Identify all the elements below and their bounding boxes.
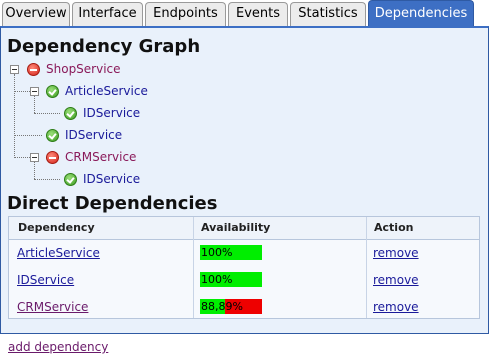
dependency-link-idservice[interactable]: IDService [17, 273, 74, 287]
availability-text: 100% [201, 273, 233, 286]
dependency-link-articleservice[interactable]: ArticleService [17, 246, 100, 260]
check-circle-icon [64, 107, 77, 120]
check-circle-icon [46, 85, 59, 98]
tab-statistics[interactable]: Statistics [290, 2, 366, 26]
tab-events[interactable]: Events [228, 2, 288, 26]
tree-connector [14, 74, 15, 156]
column-header-dependency: Dependency [18, 221, 95, 234]
tree-connector [34, 113, 60, 114]
column-header-availability: Availability [201, 221, 271, 234]
tree-node-shopservice[interactable]: ShopService [46, 62, 121, 76]
tab-overview[interactable]: Overview [2, 2, 70, 26]
dependency-graph-title: Dependency Graph [7, 36, 201, 57]
availability-text: 100% [201, 246, 233, 259]
availability-text: 88,89% [201, 300, 243, 313]
availability-bar: 88,89% [200, 299, 262, 314]
column-header-action: Action [374, 221, 414, 234]
tree-connector [14, 91, 30, 92]
collapse-toggle-icon[interactable] [30, 153, 39, 162]
dependency-link-crmservice[interactable]: CRMService [17, 300, 88, 314]
tree-node-idservice[interactable]: IDService [83, 106, 140, 120]
availability-bar: 100% [200, 272, 262, 287]
collapse-toggle-icon[interactable] [30, 87, 39, 96]
tree-connector [14, 157, 30, 158]
tree-connector [34, 96, 35, 113]
column-divider [366, 217, 367, 318]
direct-dependencies-title: Direct Dependencies [7, 193, 218, 214]
remove-link[interactable]: remove [373, 273, 419, 287]
tab-dependencies[interactable]: Dependencies [368, 0, 474, 26]
add-dependency-link[interactable]: add dependency [8, 340, 108, 354]
tab-interface[interactable]: Interface [72, 2, 143, 26]
tree-node-articleservice[interactable]: ArticleService [65, 84, 148, 98]
minus-circle-icon [27, 63, 40, 76]
collapse-toggle-icon[interactable] [10, 65, 19, 74]
tree-connector [34, 162, 35, 179]
check-circle-icon [64, 173, 77, 186]
tree-node-idservice[interactable]: IDService [65, 128, 122, 142]
tree-node-idservice[interactable]: IDService [83, 172, 140, 186]
column-divider [193, 217, 194, 318]
dependencies-table: Dependency Availability Action ArticleSe… [8, 216, 480, 319]
remove-link[interactable]: remove [373, 246, 419, 260]
remove-link[interactable]: remove [373, 300, 419, 314]
availability-bar: 100% [200, 245, 262, 260]
tab-bar: Overview Interface Endpoints Events Stat… [0, 0, 489, 26]
minus-circle-icon [46, 151, 59, 164]
tree-node-crmservice[interactable]: CRMService [65, 150, 136, 164]
check-circle-icon [46, 129, 59, 142]
tree-connector [34, 179, 60, 180]
tree-connector [14, 135, 42, 136]
tab-endpoints[interactable]: Endpoints [145, 2, 226, 26]
table-header: Dependency Availability Action [9, 217, 479, 240]
